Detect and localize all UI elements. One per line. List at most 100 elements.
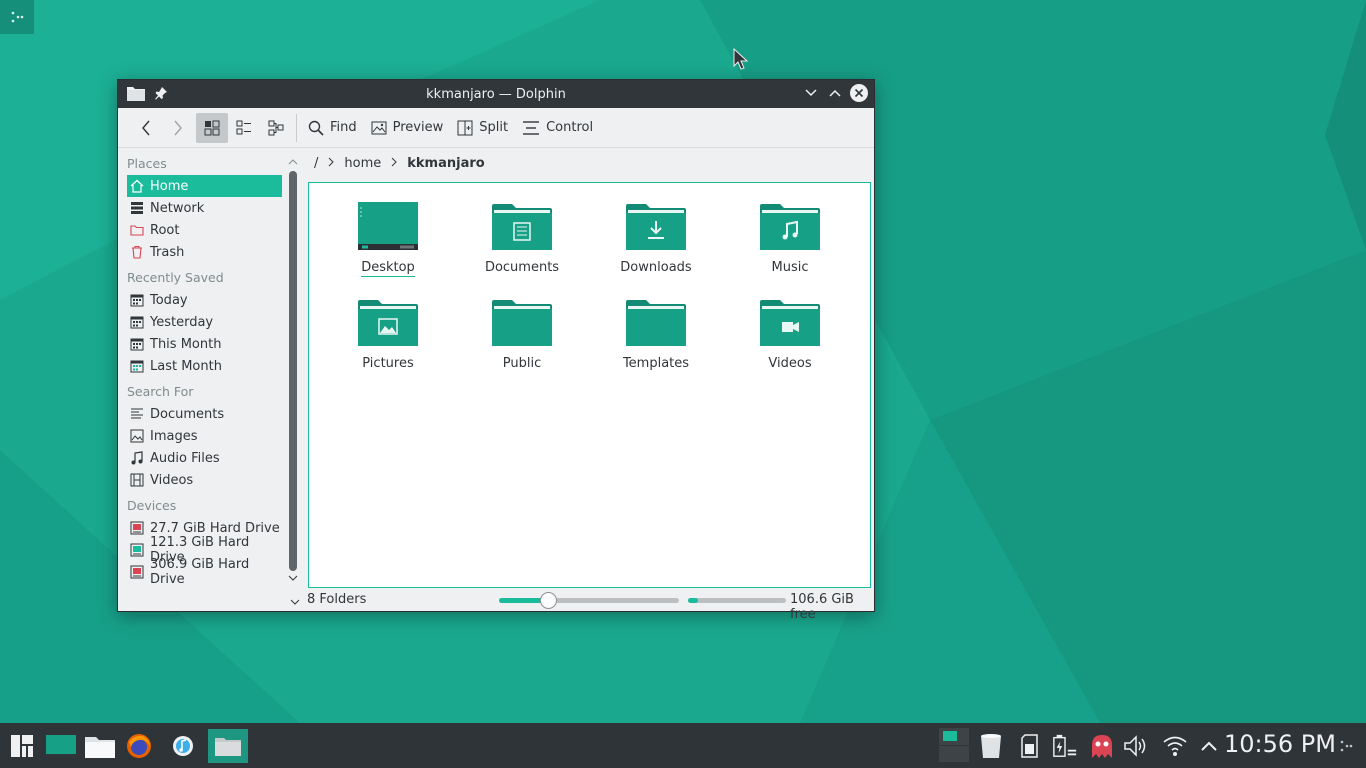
breadcrumb-root[interactable]: / (314, 156, 318, 171)
image-icon (371, 121, 387, 134)
calendar-icon (130, 359, 144, 373)
zoom-slider[interactable] (499, 592, 679, 609)
mouse-cursor (733, 48, 749, 70)
control-button[interactable]: Control (515, 113, 600, 143)
find-label: Find (330, 120, 357, 135)
clock[interactable]: 10:56 PM (1224, 730, 1336, 758)
sidebar-item-audio-files[interactable]: Audio Files (127, 447, 282, 469)
tray-expand-button[interactable] (1196, 733, 1222, 759)
virtual-desktop-pager[interactable] (938, 727, 970, 763)
application-launcher-button[interactable] (5, 729, 39, 763)
preview-button[interactable]: Preview (364, 113, 451, 143)
places-group-title: Places (127, 156, 167, 171)
film-icon (130, 473, 144, 487)
folder-item-templates[interactable]: Templates (601, 298, 711, 371)
folder-item-music[interactable]: Music (735, 202, 845, 275)
sidebar-item-yesterday[interactable]: Yesterday (127, 311, 282, 333)
icons-view-button[interactable] (196, 112, 228, 143)
details-view-button[interactable] (260, 113, 292, 143)
sidebar-item-root[interactable]: Root (127, 219, 282, 241)
home-icon (130, 179, 144, 193)
dots-icon (11, 11, 24, 23)
sidebar-item-last-month[interactable]: Last Month (127, 355, 282, 377)
sidebar-item-this-month[interactable]: This Month (127, 333, 282, 355)
folder-view[interactable]: Desktop Documents Downloads Music Pictur… (308, 182, 871, 588)
status-bar: 8 Folders 106.6 GiB free (118, 588, 874, 622)
desktop-toolbox-button[interactable] (0, 0, 34, 34)
folder-item-downloads[interactable]: Downloads (601, 202, 711, 275)
folder-item-pictures[interactable]: Pictures (333, 298, 443, 371)
compact-view-button[interactable] (228, 113, 260, 143)
show-desktop-button[interactable] (44, 729, 78, 763)
breadcrumb-current[interactable]: kkmanjaro (407, 156, 484, 171)
firefox-launcher-button[interactable] (122, 729, 156, 763)
network-tray-button[interactable] (1162, 733, 1188, 759)
sidebar-item-label: Root (150, 222, 180, 238)
close-button[interactable] (850, 84, 868, 102)
window-body: Places Home Network Root Trash Recently … (118, 149, 874, 622)
window-title: kkmanjaro — Dolphin (426, 86, 566, 102)
sidebar-item-label: Network (150, 200, 205, 216)
chevron-right-icon[interactable] (391, 156, 397, 171)
folder-red-icon (130, 223, 144, 237)
scroll-down-arrow[interactable] (288, 573, 298, 583)
scroll-up-arrow[interactable] (288, 157, 298, 167)
network-icon (130, 201, 144, 215)
hard-drive-icon (130, 543, 144, 557)
chevron-right-icon[interactable] (328, 156, 335, 171)
title-bar[interactable]: kkmanjaro — Dolphin (118, 80, 874, 108)
control-label: Control (546, 120, 594, 135)
sidebar-item-home[interactable]: Home (127, 175, 282, 197)
find-button[interactable]: Find (301, 113, 364, 143)
sidebar-item-images[interactable]: Images (127, 425, 282, 447)
back-button[interactable] (130, 113, 162, 143)
sidebar-item-today[interactable]: Today (127, 289, 282, 311)
split-label: Split (479, 120, 509, 135)
sidebar-item-videos[interactable]: Videos (127, 469, 282, 491)
breadcrumb-home[interactable]: home (344, 156, 381, 171)
panel-toolbox-button[interactable] (1336, 733, 1356, 759)
split-button[interactable]: Split (450, 113, 515, 143)
minimize-button[interactable] (802, 84, 820, 102)
task-dolphin[interactable] (208, 729, 248, 763)
hard-drive-icon (130, 521, 144, 535)
sidebar-item-network[interactable]: Network (127, 197, 282, 219)
sidebar-item-documents[interactable]: Documents (127, 403, 282, 425)
folder-item-documents[interactable]: Documents (467, 202, 577, 275)
clipboard-tray-button[interactable] (1018, 733, 1044, 759)
folder-item-desktop[interactable]: Desktop (333, 202, 443, 277)
zoom-handle[interactable] (539, 592, 557, 609)
music-player-icon (173, 736, 193, 756)
preview-label: Preview (392, 120, 444, 135)
sidebar-item-label: Last Month (150, 358, 222, 374)
places-scrollbar[interactable] (288, 157, 298, 587)
hamburger-menu-icon (523, 120, 540, 135)
sidebar-item-device-3[interactable]: 306.9 GiB Hard Drive (127, 557, 282, 587)
files-launcher-button[interactable] (83, 729, 117, 763)
ghost-tray-button[interactable] (1089, 733, 1115, 759)
sidebar-item-trash[interactable]: Trash (127, 241, 282, 263)
trash-icon (130, 245, 144, 259)
folder-item-videos[interactable]: Videos (735, 298, 845, 371)
folder-item-public[interactable]: Public (467, 298, 577, 371)
sidebar-item-label: Audio Files (150, 450, 220, 466)
templates-folder-icon (626, 300, 686, 346)
close-icon (854, 88, 864, 98)
places-panel: Places Home Network Root Trash Recently … (118, 149, 286, 611)
sidebar-item-label: 306.9 GiB Hard Drive (150, 557, 250, 587)
battery-tray-button[interactable] (1052, 733, 1078, 759)
scroll-thumb[interactable] (289, 171, 297, 571)
maximize-button[interactable] (826, 84, 844, 102)
folder-icon (85, 737, 115, 758)
forward-button[interactable] (162, 113, 194, 143)
devices-group-title: Devices (127, 498, 177, 513)
chevron-down-icon[interactable] (290, 594, 300, 609)
speaker-icon (1124, 735, 1146, 757)
split-view-icon (457, 120, 473, 135)
volume-tray-button[interactable] (1123, 733, 1149, 759)
trash-tray-button[interactable] (978, 733, 1004, 759)
free-space-fill (688, 598, 698, 603)
folder-label: Pictures (362, 356, 414, 371)
videos-folder-icon (760, 300, 820, 346)
music-player-launcher-button[interactable] (166, 729, 200, 763)
